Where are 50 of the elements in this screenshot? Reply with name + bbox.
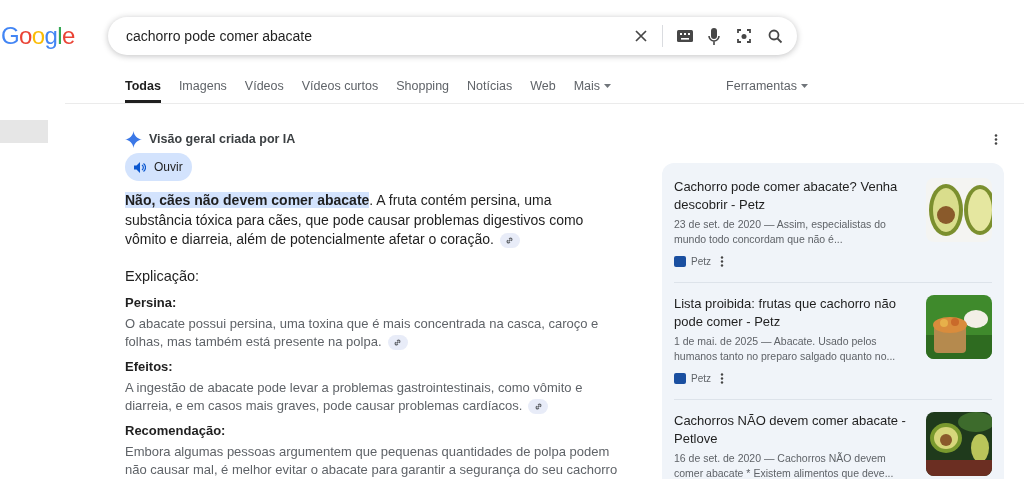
source-snippet: 16 de set. de 2020 — Cachorros NÃO devem comer abacate * Existem alimentos que deve... <box>674 451 895 479</box>
camera-icon[interactable] <box>736 28 752 44</box>
listen-button[interactable]: Ouvir <box>125 153 192 181</box>
microphone-icon[interactable] <box>708 27 720 45</box>
caret-icon <box>800 84 808 88</box>
source-title[interactable]: Lista proibida: frutas que cachorro não pode comer - Petz <box>674 295 914 331</box>
speaker-icon <box>134 161 146 173</box>
site-favicon-icon <box>674 373 686 384</box>
site-name: Petz <box>691 372 711 386</box>
section-title: Efeitos: <box>125 358 174 377</box>
more-options-icon[interactable] <box>720 373 724 384</box>
search-field[interactable]: cachorro pode comer abacate <box>108 17 797 55</box>
search-tab[interactable]: Todas <box>125 72 161 103</box>
site-name: Petz <box>691 255 711 269</box>
search-tab[interactable]: Mais <box>573 72 612 103</box>
link-icon <box>393 338 403 348</box>
tools-button[interactable]: Ferramentas <box>726 72 808 103</box>
link-chip[interactable] <box>499 232 520 248</box>
explanation-heading: Explicação: <box>125 266 201 286</box>
sparkle-icon <box>125 130 142 148</box>
section-text: O abacate possui persina, uma toxina que é mais concentrada na casca, caroço e folhas, mas também está presente na polpa. <box>125 315 600 352</box>
keyboard-icon[interactable] <box>677 30 693 42</box>
source-title[interactable]: Cachorro pode comer abacate? Venha descobrir - Petz <box>674 178 914 214</box>
search-tab[interactable]: Imagens <box>178 72 227 103</box>
search-tab[interactable]: Shopping <box>396 72 450 103</box>
more-options-icon[interactable] <box>994 134 998 145</box>
answer-paragraph: Não, cães não devem comer abacate. A fruta contém persina, uma substância tóxica para cães, que pode causar problemas digestivos como vômito e diarreia, além de potencialmente afetar o coração. <box>125 191 585 250</box>
site-favicon-icon <box>674 256 686 267</box>
search-icon[interactable] <box>768 28 783 44</box>
ai-overview-title: Visão geral criada por IA <box>149 130 296 148</box>
blurred-block <box>0 120 48 143</box>
link-icon <box>533 402 543 412</box>
section-title: Persina: <box>125 294 178 313</box>
source-snippet: 1 de mai. de 2025 — Abacate. Usado pelos humanos tanto no preparo salgado quanto no... <box>674 334 897 364</box>
google-logo[interactable]: Google <box>0 18 108 54</box>
link-chip[interactable] <box>387 335 408 351</box>
more-options-icon[interactable] <box>720 256 724 267</box>
search-tab[interactable]: Vídeos <box>244 72 284 103</box>
search-tab[interactable]: Vídeos curtos <box>301 72 379 103</box>
source-snippet: 23 de set. de 2020 — Assim, especialistas do mundo todo concordam que não é... <box>674 217 887 247</box>
search-tab[interactable]: Notícias <box>467 72 513 103</box>
link-chip[interactable] <box>528 399 549 415</box>
section-text: Embora algumas pessoas argumentem que pequenas quantidades de polpa podem não causar mal, é melhor evitar o abacate para garantir a segurança do seu cachorro <box>125 443 619 479</box>
search-input[interactable]: cachorro pode comer abacate <box>126 25 634 47</box>
link-icon <box>505 235 515 245</box>
close-icon[interactable] <box>634 29 648 43</box>
source-title[interactable]: Cachorros NÃO devem comer abacate - Petlove <box>674 412 914 448</box>
section-text: A ingestão de abacate pode levar a problemas gastrointestinais, como vômito e diarreia, e em casos mais graves, pode causar problemas cardíacos. <box>125 379 584 416</box>
section-title: Recomendação: <box>125 422 227 441</box>
search-tab[interactable]: Web <box>530 72 556 103</box>
